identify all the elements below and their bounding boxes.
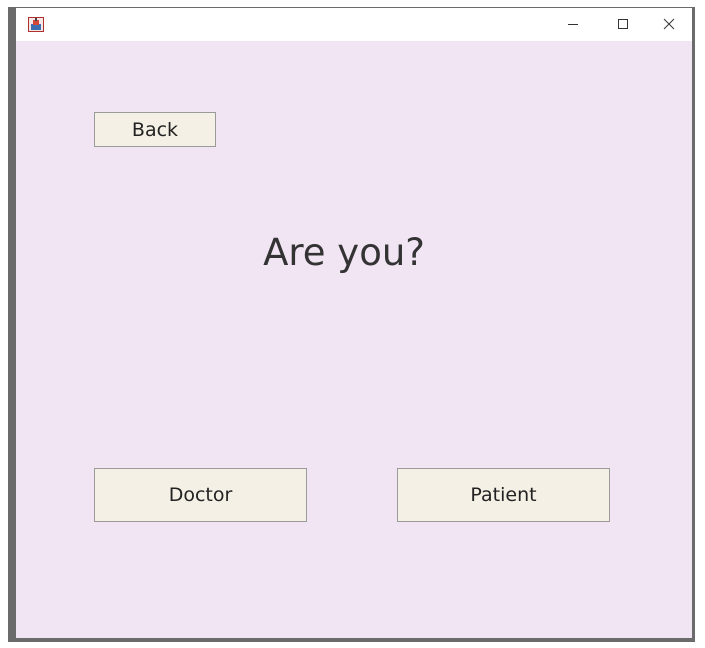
minimize-button[interactable] [550, 8, 596, 41]
app-window: Back Are you? Doctor Patient [8, 7, 695, 642]
minimize-icon [567, 15, 579, 34]
doctor-button[interactable]: Doctor [94, 468, 307, 522]
maximize-button[interactable] [600, 8, 646, 41]
maximize-icon [617, 15, 629, 34]
main-panel: Back Are you? Doctor Patient [16, 41, 692, 638]
page-heading: Are you? [263, 231, 425, 274]
java-app-icon [28, 17, 44, 32]
close-button[interactable] [646, 8, 692, 41]
back-button[interactable]: Back [94, 112, 216, 147]
close-icon [663, 15, 675, 34]
title-bar[interactable] [16, 8, 692, 41]
patient-button[interactable]: Patient [397, 468, 610, 522]
doctor-button-label: Doctor [168, 484, 233, 506]
back-button-label: Back [131, 118, 179, 141]
patient-button-label: Patient [470, 484, 537, 506]
